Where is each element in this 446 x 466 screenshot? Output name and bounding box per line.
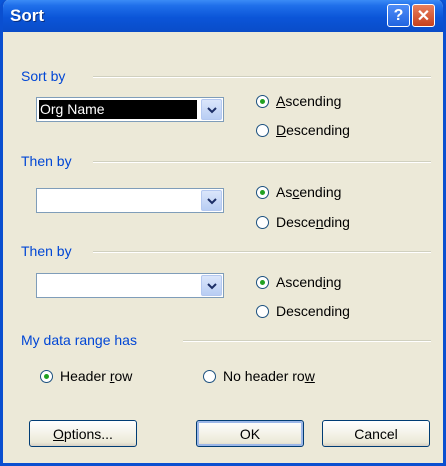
sort-by-dropdown-button[interactable]: [201, 99, 222, 120]
sort-by-label: Sort by: [21, 68, 66, 84]
then-by-2-descending-label: Descending: [276, 303, 350, 319]
radio-unselected-icon: [256, 123, 269, 137]
sort-dialog: Sort ? ✕ Sort by Org Name Ascending Desc…: [0, 0, 446, 466]
options-button[interactable]: Options...: [29, 420, 137, 447]
close-icon: ✕: [416, 7, 431, 25]
then-by-2-divider: [93, 251, 431, 253]
chevron-down-icon: [206, 197, 217, 204]
then-by-1-descending-radio[interactable]: Descending: [256, 214, 350, 230]
title-bar[interactable]: Sort ? ✕: [3, 0, 443, 32]
then-by-1-select[interactable]: [36, 188, 224, 213]
help-button[interactable]: ?: [387, 4, 410, 27]
chevron-down-icon: [206, 282, 217, 289]
sort-by-descending-radio[interactable]: Descending: [256, 122, 350, 138]
ok-button[interactable]: OK: [196, 420, 304, 447]
cancel-button[interactable]: Cancel: [322, 420, 430, 447]
then-by-2-descending-radio[interactable]: Descending: [256, 303, 350, 319]
then-by-1-descending-label: Descending: [276, 214, 350, 230]
dialog-title: Sort: [10, 6, 44, 25]
header-row-label: Header row: [60, 368, 133, 384]
then-by-2-ascending-label: Ascending: [276, 274, 342, 290]
sort-by-descending-label: Descending: [276, 122, 350, 138]
then-by-2-select[interactable]: [36, 273, 224, 298]
radio-selected-icon: [256, 185, 269, 199]
then-by-2-label: Then by: [21, 243, 72, 259]
chevron-down-icon: [206, 106, 217, 113]
sort-by-ascending-radio[interactable]: Ascending: [256, 93, 341, 109]
then-by-1-value: [39, 191, 197, 210]
then-by-1-label: Then by: [21, 153, 72, 169]
radio-unselected-icon: [203, 369, 216, 383]
then-by-2-dropdown-button[interactable]: [201, 275, 222, 296]
radio-selected-icon: [256, 94, 269, 108]
help-icon: ?: [393, 6, 404, 24]
radio-unselected-icon: [256, 304, 269, 318]
sort-by-value: Org Name: [39, 100, 197, 119]
header-row-radio[interactable]: Header row: [40, 368, 132, 384]
close-button[interactable]: ✕: [412, 4, 435, 27]
then-by-1-divider: [93, 161, 431, 163]
then-by-2-value: [39, 276, 197, 295]
sort-by-ascending-label: Ascending: [276, 93, 342, 109]
radio-selected-icon: [256, 275, 269, 289]
then-by-1-ascending-label: Ascending: [276, 184, 342, 200]
then-by-2-ascending-radio[interactable]: Ascending: [256, 274, 341, 290]
then-by-1-dropdown-button[interactable]: [201, 190, 222, 211]
dialog-body: Sort by Org Name Ascending Descending Th…: [3, 32, 443, 463]
radio-unselected-icon: [256, 215, 269, 229]
no-header-row-radio[interactable]: No header row: [203, 368, 315, 384]
then-by-1-ascending-radio[interactable]: Ascending: [256, 184, 341, 200]
no-header-row-label: No header row: [223, 368, 315, 384]
data-range-divider: [183, 340, 431, 342]
sort-by-divider: [93, 76, 431, 78]
sort-by-select[interactable]: Org Name: [36, 97, 224, 122]
radio-selected-icon: [40, 369, 53, 383]
options-button-label: Options...: [53, 425, 113, 442]
data-range-label: My data range has: [21, 332, 137, 348]
